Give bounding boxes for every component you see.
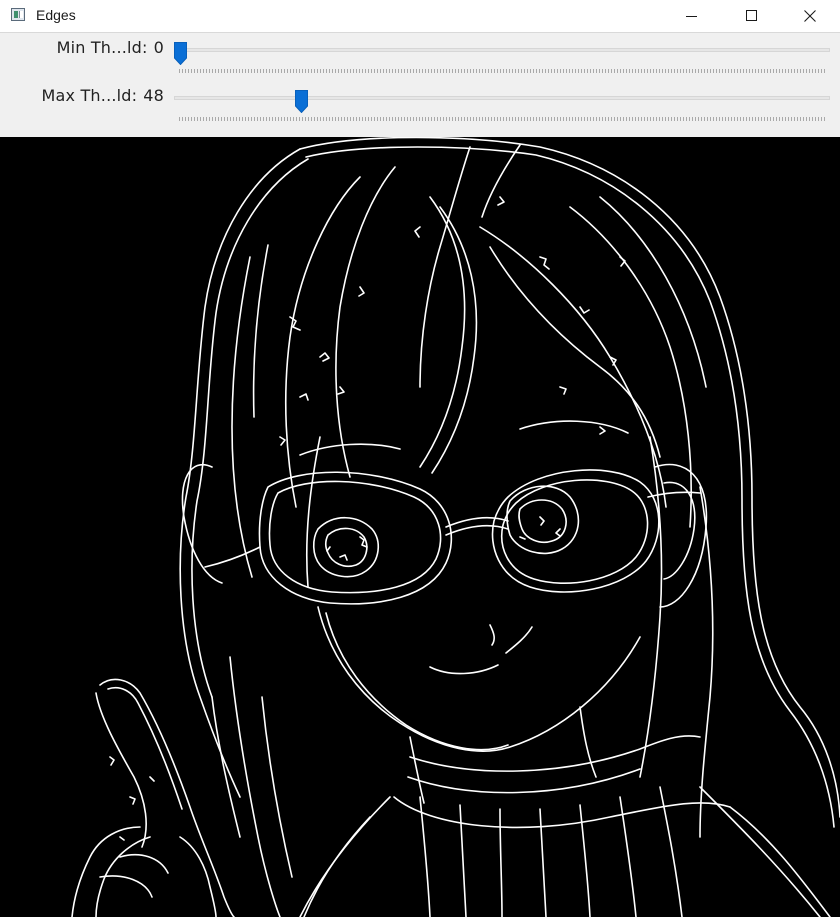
edges-window: Edges Min Th...ld: 0 Max Th...ld: 48 bbox=[0, 0, 840, 917]
max-threshold-value: 48 bbox=[143, 86, 164, 105]
max-threshold-label-text: Max Th...ld: bbox=[41, 86, 138, 105]
close-button[interactable] bbox=[787, 0, 833, 32]
minimize-icon bbox=[686, 16, 697, 17]
trackbar-panel: Min Th...ld: 0 Max Th...ld: 48 bbox=[0, 32, 840, 137]
maximize-icon bbox=[746, 10, 757, 21]
edge-image-view bbox=[0, 137, 840, 917]
slider-ticks bbox=[179, 117, 825, 121]
min-threshold-trackbar: Min Th...ld: 0 bbox=[0, 33, 840, 81]
min-threshold-value: 0 bbox=[153, 38, 164, 57]
minimize-button[interactable] bbox=[668, 0, 714, 32]
window-title: Edges bbox=[36, 7, 76, 23]
slider-track[interactable] bbox=[174, 96, 830, 100]
min-threshold-slider[interactable] bbox=[174, 42, 830, 73]
app-window-icon bbox=[11, 8, 25, 21]
title-bar[interactable]: Edges bbox=[0, 0, 840, 32]
canny-edges-image bbox=[71, 137, 840, 917]
slider-track[interactable] bbox=[174, 48, 830, 52]
max-threshold-trackbar: Max Th...ld: 48 bbox=[0, 81, 840, 129]
slider-ticks bbox=[179, 69, 825, 73]
max-threshold-label: Max Th...ld: 48 bbox=[42, 86, 165, 105]
close-icon bbox=[804, 10, 816, 22]
maximize-button[interactable] bbox=[728, 0, 774, 32]
slider-thumb[interactable] bbox=[174, 42, 187, 66]
min-threshold-label-text: Min Th...ld: bbox=[56, 38, 148, 57]
slider-thumb[interactable] bbox=[295, 90, 308, 114]
max-threshold-slider[interactable] bbox=[174, 90, 830, 121]
min-threshold-label: Min Th...ld: 0 bbox=[57, 38, 164, 57]
